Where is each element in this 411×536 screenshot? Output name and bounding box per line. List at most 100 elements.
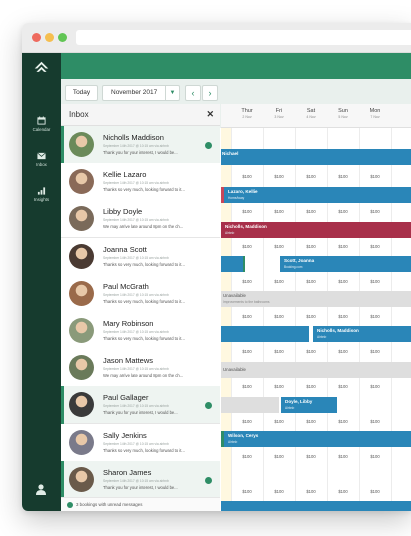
message-row[interactable]: Paul McGrath September 14th 2017 @ 10:15 … bbox=[61, 274, 220, 313]
booking-bar[interactable]: Doyle, Libby Airbnb bbox=[281, 397, 337, 413]
unread-marker bbox=[61, 460, 64, 499]
nightly-price[interactable]: $100 bbox=[359, 419, 391, 424]
nightly-price[interactable]: $100 bbox=[359, 209, 391, 214]
nightly-price[interactable]: $100 bbox=[327, 174, 359, 179]
nightly-price[interactable]: $100 bbox=[295, 454, 327, 459]
message-row[interactable]: Sharon James September 14th 2017 @ 10:15 … bbox=[61, 460, 220, 499]
nightly-price[interactable]: $100 bbox=[231, 244, 263, 249]
nightly-price[interactable]: $100 bbox=[263, 454, 295, 459]
booking-bar[interactable]: Nicholls, Maddison Airbnb bbox=[313, 326, 411, 342]
day-header: Thur 2 Nov bbox=[231, 108, 263, 119]
nightly-price[interactable]: $100 bbox=[327, 279, 359, 284]
nightly-price[interactable]: $100 bbox=[231, 419, 263, 424]
nightly-price[interactable]: $100 bbox=[295, 489, 327, 494]
nightly-price[interactable]: $100 bbox=[359, 349, 391, 354]
avatar bbox=[69, 243, 94, 269]
booking-bar[interactable]: Nicholls, Maddison Airbnb bbox=[221, 222, 411, 238]
nightly-price[interactable]: $100 bbox=[359, 384, 391, 389]
nightly-price[interactable]: $100 bbox=[359, 279, 391, 284]
message-row[interactable]: Nicholls Maddison September 14th 2017 @ 1… bbox=[61, 126, 220, 164]
avatar bbox=[69, 429, 94, 455]
nightly-price[interactable]: $100 bbox=[231, 174, 263, 179]
nightly-price[interactable]: $100 bbox=[295, 314, 327, 319]
nightly-price[interactable]: $100 bbox=[327, 209, 359, 214]
sidebar-item-inbox[interactable]: Inbox bbox=[22, 152, 61, 167]
booking-guest: Doyle, Libby bbox=[285, 399, 313, 404]
nightly-price[interactable]: $100 bbox=[231, 279, 263, 284]
nightly-price[interactable]: $100 bbox=[295, 419, 327, 424]
nightly-price[interactable]: $100 bbox=[327, 419, 359, 424]
booking-bar[interactable]: Nichael bbox=[221, 149, 411, 165]
message-row[interactable]: Paul Gallager September 14th 2017 @ 10:15… bbox=[61, 386, 220, 425]
close-icon[interactable]: ✕ bbox=[206, 109, 214, 120]
nightly-price[interactable]: $100 bbox=[295, 209, 327, 214]
nightly-price[interactable]: $100 bbox=[327, 489, 359, 494]
nightly-price[interactable]: $100 bbox=[359, 244, 391, 249]
previous-month-button[interactable]: ‹ bbox=[185, 85, 201, 101]
nightly-price[interactable]: $100 bbox=[295, 349, 327, 354]
nightly-price[interactable]: $100 bbox=[231, 349, 263, 354]
booking-bar[interactable]: Wilson, Cerys Airbnb bbox=[221, 431, 411, 447]
nightly-price[interactable]: $100 bbox=[231, 209, 263, 214]
next-month-button[interactable]: › bbox=[202, 85, 218, 101]
nightly-price[interactable]: $100 bbox=[231, 454, 263, 459]
calendar-day-header: Thur 2 Nov Fri 3 Nov Sat 4 Nov Sun 5 Nov Mon… bbox=[221, 104, 411, 128]
message-row[interactable]: Libby Doyle September 14th 2017 @ 10:15 a… bbox=[61, 200, 220, 239]
column-divider bbox=[391, 128, 392, 511]
today-button[interactable]: Today bbox=[65, 85, 98, 101]
maximize-window-button[interactable] bbox=[58, 33, 67, 42]
nightly-price[interactable]: $100 bbox=[359, 314, 391, 319]
message-row[interactable]: Jason Mattews September 14th 2017 @ 10:15… bbox=[61, 349, 220, 388]
nightly-price[interactable]: $100 bbox=[295, 244, 327, 249]
nightly-price[interactable]: $100 bbox=[263, 314, 295, 319]
nightly-price[interactable]: $100 bbox=[263, 419, 295, 424]
avatar bbox=[69, 280, 94, 306]
message-row[interactable]: Kellie Lazaro September 14th 2017 @ 10:15… bbox=[61, 163, 220, 202]
nightly-price[interactable]: $100 bbox=[263, 279, 295, 284]
nightly-price[interactable]: $100 bbox=[295, 279, 327, 284]
booking-bar[interactable]: Scott, Joanna Booking.com bbox=[280, 256, 411, 272]
nightly-price[interactable]: $100 bbox=[359, 489, 391, 494]
sidebar-item-label: Insights bbox=[33, 197, 50, 202]
day-name: Thur bbox=[241, 108, 253, 114]
nightly-price[interactable]: $100 bbox=[295, 174, 327, 179]
nightly-price[interactable]: $100 bbox=[263, 384, 295, 389]
nightly-price[interactable]: $100 bbox=[327, 314, 359, 319]
nightly-price[interactable]: $100 bbox=[359, 174, 391, 179]
booking-bar[interactable]: Lazaro, Kellie HomeAway bbox=[221, 187, 411, 203]
month-select[interactable]: November 2017 ▼ bbox=[102, 85, 180, 101]
calendar-icon bbox=[37, 116, 46, 125]
unavailable-bar[interactable] bbox=[221, 397, 279, 413]
booking-bar[interactable] bbox=[221, 326, 309, 342]
nightly-price[interactable]: $100 bbox=[263, 349, 295, 354]
nightly-price[interactable]: $100 bbox=[327, 384, 359, 389]
close-window-button[interactable] bbox=[32, 33, 41, 42]
message-row[interactable]: Mary Robinson September 14th 2017 @ 10:15… bbox=[61, 312, 220, 350]
message-timestamp: September 14th 2017 @ 10:15 am via airbn… bbox=[103, 218, 169, 223]
unread-dot-icon bbox=[205, 402, 212, 410]
unavailable-bar[interactable]: Unavailable Improvements to the bathroom… bbox=[221, 291, 411, 307]
message-timestamp: September 14th 2017 @ 10:15 am via airbn… bbox=[103, 292, 169, 297]
nightly-price[interactable]: $100 bbox=[295, 384, 327, 389]
sidebar-item-calendar[interactable]: Calendar bbox=[22, 116, 61, 132]
unavailable-bar[interactable]: Unavailable bbox=[221, 362, 411, 378]
nightly-price[interactable]: $100 bbox=[231, 314, 263, 319]
nightly-price[interactable]: $100 bbox=[263, 174, 295, 179]
user-icon[interactable] bbox=[35, 484, 47, 495]
nightly-price[interactable]: $100 bbox=[327, 454, 359, 459]
nightly-price[interactable]: $100 bbox=[231, 384, 263, 389]
nightly-price[interactable]: $100 bbox=[327, 244, 359, 249]
nightly-price[interactable]: $100 bbox=[263, 244, 295, 249]
nightly-price[interactable]: $100 bbox=[327, 349, 359, 354]
booking-bar[interactable] bbox=[221, 501, 411, 511]
nightly-price[interactable]: $100 bbox=[359, 454, 391, 459]
minimize-window-button[interactable] bbox=[45, 33, 54, 42]
nightly-price[interactable]: $100 bbox=[231, 489, 263, 494]
message-row[interactable]: Joanna Scott September 14th 2017 @ 10:15 … bbox=[61, 237, 220, 276]
sidebar-item-insights[interactable]: Insights bbox=[22, 187, 61, 202]
address-bar[interactable] bbox=[76, 30, 411, 45]
message-row[interactable]: Sally Jenkins September 14th 2017 @ 10:15… bbox=[61, 423, 220, 462]
nightly-price[interactable]: $100 bbox=[263, 209, 295, 214]
nightly-price[interactable]: $100 bbox=[263, 489, 295, 494]
booking-bar[interactable] bbox=[221, 256, 245, 272]
